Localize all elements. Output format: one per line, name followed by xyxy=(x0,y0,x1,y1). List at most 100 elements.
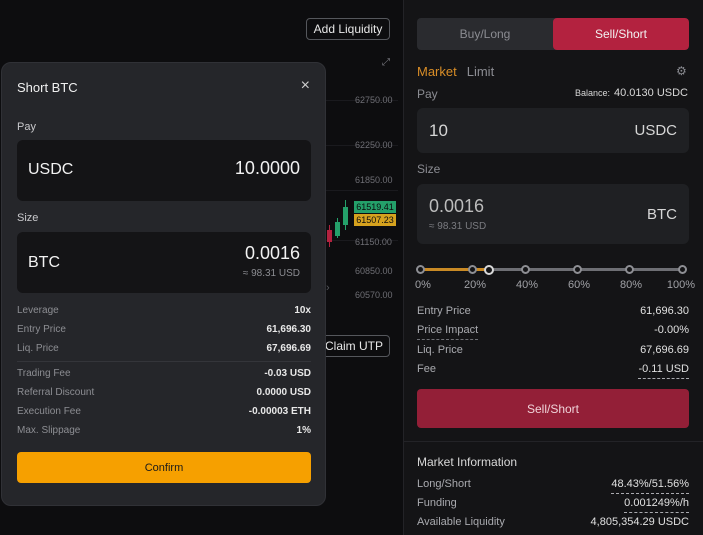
balance-value: 40.0130 USDC xyxy=(614,87,688,99)
funding-label: Funding xyxy=(417,497,457,509)
slider-label: 80% xyxy=(619,279,643,291)
slider-fill xyxy=(420,268,489,271)
side-toggle: Buy/Long Sell/Short xyxy=(417,18,689,50)
chevron-right-icon[interactable]: › xyxy=(326,282,330,294)
fee-value[interactable]: -0.11 USD xyxy=(638,363,689,379)
size-input-value: 0.0016 xyxy=(429,196,485,216)
market-info-title: Market Information xyxy=(417,455,518,469)
trading-fee-row: Trading Fee -0.03 USD xyxy=(17,368,311,382)
max-slippage-row: Max. Slippage 1% xyxy=(17,425,311,439)
entry-price-label: Entry Price xyxy=(417,305,471,317)
execution-fee-row: Execution Fee -0.00003 ETH xyxy=(17,406,311,420)
fee-row: Fee -0.11 USD xyxy=(417,363,689,379)
expand-icon[interactable]: ⤢ xyxy=(382,57,390,68)
referral-discount-row: Referral Discount 0.0000 USD xyxy=(17,387,311,401)
leverage-value: 10x xyxy=(294,305,311,316)
mark-price-tag: 61507.23 xyxy=(354,214,396,226)
modal-size-usd: ≈ 98.31 USD xyxy=(242,268,300,279)
available-liquidity-row: Available Liquidity 4,805,354.29 USDC xyxy=(417,516,689,532)
order-type-tabs: Market Limit xyxy=(417,64,494,79)
trading-fee-label: Trading Fee xyxy=(17,368,71,379)
liq-price-row: Liq. Price 67,696.69 xyxy=(417,344,689,360)
price-tick: 60570.00 xyxy=(355,290,393,300)
buy-long-tab[interactable]: Buy/Long xyxy=(417,18,553,50)
funding-row: Funding 0.001249%/h xyxy=(417,497,689,513)
add-liquidity-button[interactable]: Add Liquidity xyxy=(306,18,390,40)
slider-stop[interactable] xyxy=(416,265,425,274)
balance-label: Balance: xyxy=(574,88,610,98)
settings-icon[interactable]: ⚙ xyxy=(676,64,687,78)
slider-stop[interactable] xyxy=(468,265,477,274)
confirm-button[interactable]: Confirm xyxy=(17,452,311,483)
modal-liq-price-value: 67,696.69 xyxy=(266,343,312,354)
slider-label: 20% xyxy=(463,279,487,291)
max-slippage-value: 1% xyxy=(296,425,311,436)
modal-size-box: BTC 0.0016 ≈ 98.31 USD xyxy=(17,232,311,293)
tab-limit[interactable]: Limit xyxy=(467,64,494,79)
available-liquidity-value: 4,805,354.29 USDC xyxy=(590,516,689,528)
price-tick: 62750.00 xyxy=(355,95,393,105)
execution-fee-value: -0.00003 ETH xyxy=(248,406,311,417)
price-tick: 61850.00 xyxy=(355,175,393,185)
modal-entry-price-row: Entry Price 61,696.30 xyxy=(17,324,311,338)
modal-liq-price-row: Liq. Price 67,696.69 xyxy=(17,343,311,357)
price-impact-label[interactable]: Price Impact xyxy=(417,324,479,340)
modal-title: Short BTC xyxy=(17,80,78,95)
modal-pay-box: USDC 10.0000 xyxy=(17,140,311,201)
divider xyxy=(17,361,311,362)
divider xyxy=(404,441,703,442)
tab-market[interactable]: Market xyxy=(417,64,457,79)
leverage-label: Leverage xyxy=(17,305,59,316)
long-short-row: Long/Short 48.43%/51.56% xyxy=(417,478,689,494)
modal-liq-price-label: Liq. Price xyxy=(17,343,59,354)
slider-stop[interactable] xyxy=(573,265,582,274)
leverage-slider[interactable] xyxy=(416,265,687,275)
modal-size-label: Size xyxy=(17,212,39,224)
trade-panel: Buy/Long Sell/Short Market Limit ⚙ Pay B… xyxy=(403,0,703,535)
modal-pay-currency: USDC xyxy=(28,161,74,178)
slider-stop[interactable] xyxy=(625,265,634,274)
slider-stop[interactable] xyxy=(678,265,687,274)
max-slippage-label: Max. Slippage xyxy=(17,425,81,436)
modal-entry-price-label: Entry Price xyxy=(17,324,66,335)
balance: Balance: 40.0130 USDC xyxy=(575,87,688,99)
size-usd-value: ≈ 98.31 USD xyxy=(429,221,487,232)
sell-short-button[interactable]: Sell/Short xyxy=(417,389,689,428)
slider-handle[interactable] xyxy=(484,265,495,275)
price-impact-value: -0.00% xyxy=(654,324,689,336)
referral-discount-value: 0.0000 USD xyxy=(256,387,311,398)
slider-stop[interactable] xyxy=(521,265,530,274)
size-unit: BTC xyxy=(647,206,677,223)
liq-price-value: 67,696.69 xyxy=(640,344,689,356)
short-btc-modal: Short BTC × Pay USDC 10.0000 Size BTC 0.… xyxy=(1,62,326,506)
grid-line xyxy=(326,190,398,191)
entry-price-value: 61,696.30 xyxy=(640,305,689,317)
slider-label: 40% xyxy=(515,279,539,291)
close-icon[interactable]: × xyxy=(301,77,310,95)
available-liquidity-label: Available Liquidity xyxy=(417,516,505,528)
price-impact-row: Price Impact -0.00% xyxy=(417,324,689,340)
size-input[interactable]: 0.0016 ≈ 98.31 USD BTC xyxy=(417,184,689,244)
price-tick: 60850.00 xyxy=(355,266,393,276)
pay-input[interactable]: 10 USDC xyxy=(417,108,689,153)
modal-pay-amount: 10.0000 xyxy=(234,158,300,178)
sell-short-tab[interactable]: Sell/Short xyxy=(553,18,689,50)
slider-labels: 0% 20% 40% 60% 80% 100% xyxy=(415,279,695,291)
long-short-value[interactable]: 48.43%/51.56% xyxy=(611,478,689,494)
modal-entry-price-value: 61,696.30 xyxy=(266,324,312,335)
liq-price-label: Liq. Price xyxy=(417,344,463,356)
trading-fee-value: -0.03 USD xyxy=(264,368,311,379)
funding-value[interactable]: 0.001249%/h xyxy=(624,497,689,513)
price-tick: 62250.00 xyxy=(355,140,393,150)
last-price-tag: 61519.41 xyxy=(354,201,396,213)
price-tick: 61150.00 xyxy=(355,237,392,247)
fee-label: Fee xyxy=(417,363,436,375)
leverage-row: Leverage 10x xyxy=(17,305,311,319)
slider-label: 0% xyxy=(415,279,431,291)
claim-utp-button[interactable]: Claim UTP xyxy=(318,335,390,357)
execution-fee-label: Execution Fee xyxy=(17,406,81,417)
size-label: Size xyxy=(417,162,441,176)
modal-size-currency: BTC xyxy=(28,254,60,271)
pay-input-value: 10 xyxy=(429,121,448,140)
long-short-label: Long/Short xyxy=(417,478,471,490)
